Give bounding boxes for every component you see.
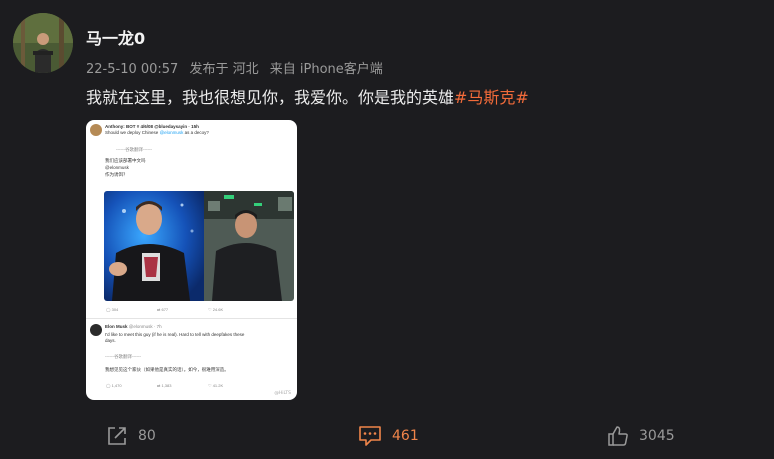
username[interactable]: 马一龙0 <box>86 25 145 49</box>
post-location: 发布于 河北 <box>189 62 259 77</box>
avatar-image <box>13 13 73 73</box>
post-meta: 22-5-10 00:57 发布于 河北 来自 iPhone客户端 <box>86 58 383 77</box>
tweet1-question-handle: @elonmusk <box>159 130 184 135</box>
post-body: 我就在这里，我也很想见你，我爱你。你是我的英雄 <box>86 88 455 107</box>
tweet2-avatar <box>90 324 102 336</box>
tweet2-line-2: days. <box>105 338 116 343</box>
image-watermark: @HiLTS <box>274 391 291 396</box>
tweet2-line-1: I'd like to meet this guy (if he is real… <box>105 332 245 337</box>
share-button[interactable]: 80 <box>106 423 156 449</box>
tweet1-question-prefix: Should we deploy Chinese <box>105 130 159 135</box>
tweet1-photo <box>104 191 294 301</box>
tweet2-like-count: 41.2K <box>212 383 224 388</box>
share-icon <box>108 427 126 445</box>
comment-button[interactable]: 461 <box>358 423 419 449</box>
comment-count: 461 <box>392 428 419 444</box>
tweet1-retweet-count: 677 <box>161 307 169 312</box>
tweet-divider <box>86 318 297 319</box>
share-count: 80 <box>138 428 156 444</box>
post-text: 我就在这里，我也很想见你，我爱你。你是我的英雄#马斯克# <box>86 84 529 108</box>
like-count: 3045 <box>639 428 675 444</box>
tweet1-like-action: ♡ 24.6K <box>208 307 224 312</box>
tweet1-translation-3: 作为诱饵？ <box>105 172 128 177</box>
tweet1-question-suffix: as a decoy? <box>184 130 209 135</box>
post-source: 来自 iPhone客户端 <box>269 62 383 77</box>
tweet2-reply-count: 1,470 <box>111 383 122 388</box>
like-button[interactable]: 3045 <box>607 423 675 449</box>
hashtag-link[interactable]: #马斯克# <box>454 88 529 107</box>
tweet2-retweet-action: ⇄ 1,383 <box>157 383 172 388</box>
tweet1-retweet-action: ⇄ 677 <box>157 307 169 312</box>
tweet1-translation-1: 我们应该部署中文吗 <box>105 158 146 163</box>
tweet1-reply-count: 304 <box>111 307 119 312</box>
tweet1-photo-image <box>104 191 294 301</box>
tweet2-header: Elon Musk @elonmusk · 7h <box>105 324 162 329</box>
tweet1-separator: ------谷歌翻译------ <box>116 147 152 152</box>
tweet2-retweet-count: 1,383 <box>161 383 172 388</box>
tweet2-handle: @elonmusk · 7h <box>128 324 162 329</box>
comment-icon <box>359 426 381 446</box>
tweet1-question: Should we deploy Chinese @elonmusk as a … <box>105 130 209 135</box>
tweet1-like-count: 24.6K <box>212 307 224 312</box>
tweet1-avatar <box>90 124 102 136</box>
tweet1-translation-2: @elonmusk <box>105 165 129 170</box>
tweet1-header: Anthony: BOT # 4/6/08 @bluedaysayin · 15… <box>105 124 199 129</box>
tweet2-separator: ------谷歌翻译------ <box>105 354 141 359</box>
tweet2-translation: 我想见见这个家伙（如果他是真实的话）。如今，很难用深造。 <box>105 367 229 372</box>
tweet1-reply-action: ◯ 304 <box>106 307 119 312</box>
post-time[interactable]: 22-5-10 00:57 <box>86 62 178 77</box>
tweet2-name: Elon Musk <box>105 324 128 329</box>
tweet2-like-action: ♡ 41.2K <box>208 383 224 388</box>
thumbs-up-icon <box>608 426 628 446</box>
post-image[interactable]: Anthony: BOT # 4/6/08 @bluedaysayin · 15… <box>86 120 297 400</box>
tweet2-reply-action: ◯ 1,470 <box>106 383 122 388</box>
avatar[interactable] <box>13 13 73 73</box>
